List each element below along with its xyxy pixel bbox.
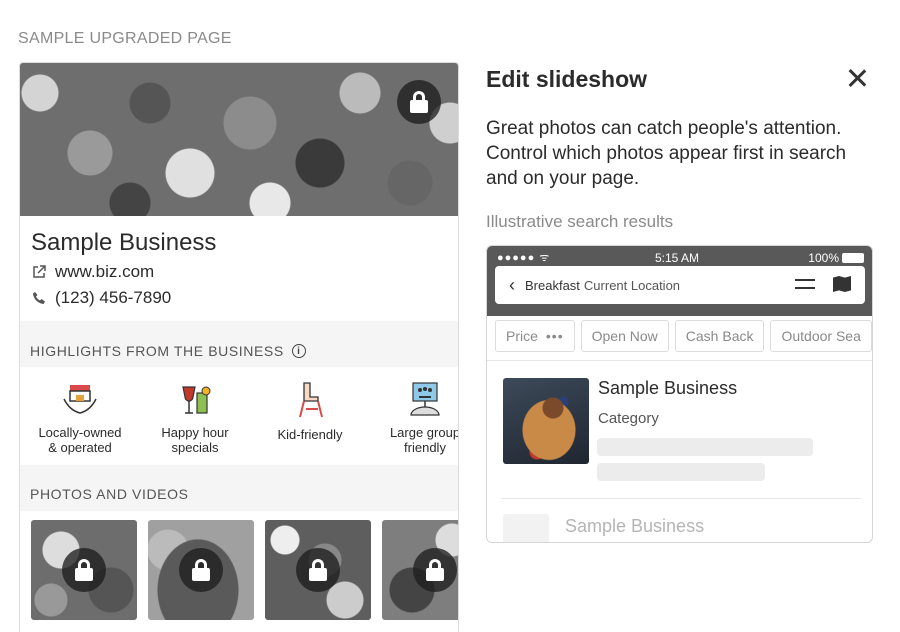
highlight-label: Large group: [389, 425, 459, 440]
website-link[interactable]: www.biz.com: [55, 262, 154, 282]
signal-icon: ●●●●● ᯤ: [497, 252, 551, 264]
lock-icon[interactable]: [179, 548, 223, 592]
building-icon: [503, 514, 549, 542]
chip-outdoor-seating[interactable]: Outdoor Sea: [770, 320, 872, 352]
highlight-label: Locally-owned: [38, 425, 122, 440]
skeleton-line: [597, 438, 813, 456]
divider: [487, 360, 872, 361]
phone-header: ●●●●● ᯤ 5:15 AM 100% ‹ Breakfast Current…: [487, 246, 872, 316]
business-page-card: Sample Business www.biz.com (123) 456-78…: [19, 62, 459, 632]
search-query: Breakfast: [525, 277, 580, 293]
external-link-icon: [31, 264, 47, 280]
more-dots-icon: •••: [545, 328, 564, 344]
chip-open-now[interactable]: Open Now: [580, 320, 669, 352]
map-icon[interactable]: [833, 276, 851, 292]
photo-thumbnail[interactable]: [382, 520, 458, 620]
highlight-label: Happy hour: [161, 425, 229, 440]
highlights-title: HIGHLIGHTS FROM THE BUSINESS: [30, 343, 284, 359]
highlight-label: Kid-friendly: [277, 427, 343, 442]
group-table-icon: [405, 381, 445, 419]
skeleton-line: [597, 463, 765, 481]
info-icon[interactable]: i: [291, 344, 306, 358]
highlight-item: Happy hour specials: [140, 381, 250, 455]
phone-row[interactable]: (123) 456-7890: [31, 288, 171, 308]
illustrative-label: Illustrative search results: [486, 212, 674, 231]
highlights-header: HIGHLIGHTS FROM THE BUSINESS i: [20, 321, 458, 367]
chip-cash-back[interactable]: Cash Back: [674, 320, 765, 352]
high-chair-icon: [290, 381, 330, 419]
battery-icon: [842, 253, 864, 263]
phone-icon: [31, 290, 47, 306]
filter-sliders-icon[interactable]: [795, 276, 815, 292]
lock-icon[interactable]: [413, 548, 457, 592]
phone-search-bar[interactable]: ‹ Breakfast Current Location: [495, 266, 865, 304]
lock-icon[interactable]: [296, 548, 340, 592]
result-photo[interactable]: [503, 378, 589, 464]
business-name: Sample Business: [31, 229, 217, 256]
highlight-label-2: friendly: [404, 440, 446, 455]
back-chevron-icon[interactable]: ‹: [509, 275, 515, 296]
highlight-item: Locally-owned & operated: [25, 381, 135, 455]
photos-header: PHOTOS AND VIDEOS: [20, 465, 458, 511]
highlight-label-2: & operated: [48, 440, 112, 455]
page: SAMPLE UPGRADED PAGE Sample Business www…: [0, 0, 900, 632]
lock-icon[interactable]: [62, 548, 106, 592]
photo-thumbnail[interactable]: [31, 520, 137, 620]
result-category: Category: [598, 410, 659, 427]
highlight-item: Kid-friendly: [255, 381, 365, 442]
status-time: 5:15 AM: [655, 251, 700, 265]
website-row[interactable]: www.biz.com: [31, 262, 154, 282]
phone-preview: ●●●●● ᯤ 5:15 AM 100% ‹ Breakfast Current…: [486, 245, 873, 543]
panel-title: Edit slideshow: [486, 66, 648, 92]
photos-title: PHOTOS AND VIDEOS: [30, 486, 189, 502]
highlight-label-2: specials: [171, 440, 219, 455]
result-business-name[interactable]: Sample Business: [598, 378, 737, 399]
hero-photo: [20, 63, 458, 216]
chip-price[interactable]: Price •••: [495, 320, 575, 352]
lock-icon[interactable]: [397, 80, 441, 124]
cocktail-glass-icon: [175, 381, 215, 419]
section-title: SAMPLE UPGRADED PAGE: [18, 30, 232, 47]
highlight-item: Large group friendly: [370, 381, 459, 455]
battery-percent: 100%: [808, 251, 839, 265]
panel-description: Great photos can catch people's attentio…: [486, 118, 847, 189]
photo-thumbnail[interactable]: [148, 520, 254, 620]
result-2-business-name[interactable]: Sample Business: [565, 516, 704, 537]
store-hands-icon: [60, 381, 100, 419]
close-icon[interactable]: [845, 66, 869, 90]
phone-number[interactable]: (123) 456-7890: [55, 288, 171, 308]
battery-status: 100%: [808, 251, 864, 265]
divider: [501, 498, 861, 499]
search-location: Current Location: [583, 277, 681, 293]
filter-chips: Price ••• Open Now Cash Back Outdoor Sea: [495, 320, 872, 352]
photo-thumbnail[interactable]: [265, 520, 371, 620]
